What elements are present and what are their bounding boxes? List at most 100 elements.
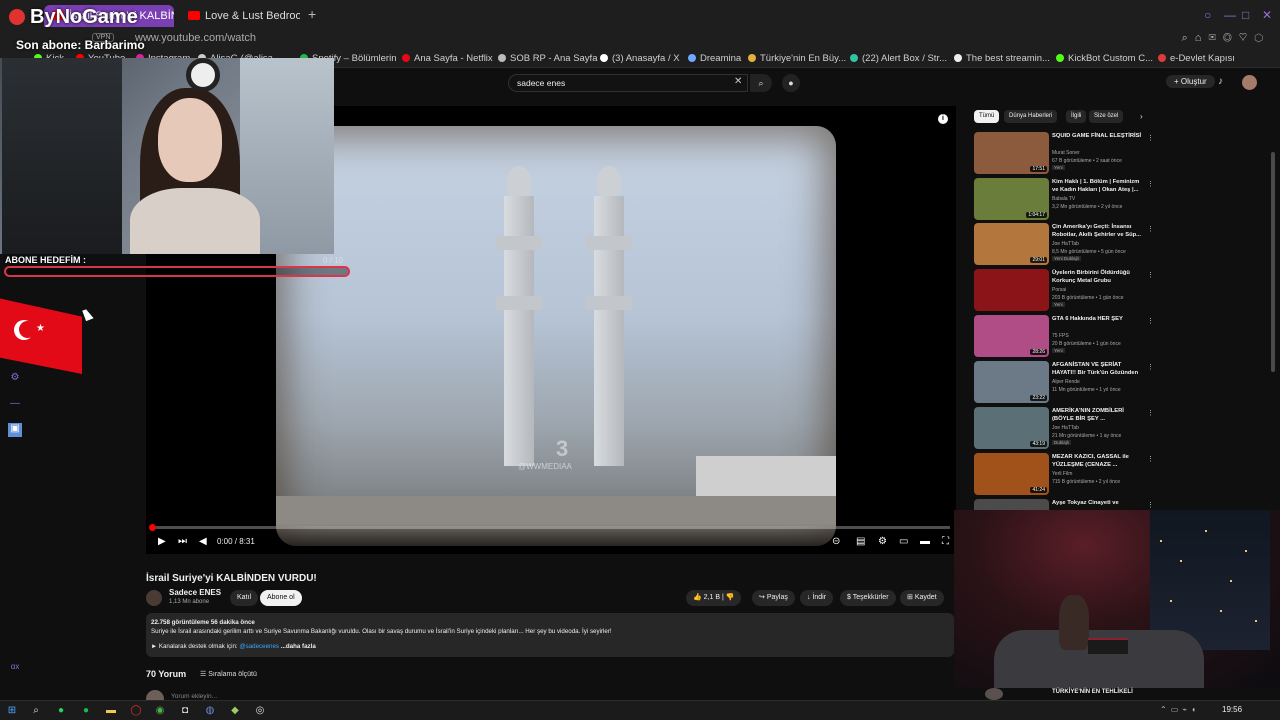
rec-title[interactable]: Üyelerin Birbirini Öldürdüğü Korkunç Met… — [1052, 269, 1144, 285]
rec-title[interactable]: GTA 6 Hakkında HER ŞEY — [1052, 315, 1144, 323]
rec-channel[interactable]: Joe HaTTab — [1052, 425, 1079, 431]
clear-search-icon[interactable]: ✕ — [734, 76, 742, 87]
next-icon[interactable]: ⏭ — [178, 536, 187, 547]
app-icon[interactable]: ◆ — [229, 705, 241, 717]
rec-thumbnail[interactable]: 41:24 — [974, 453, 1049, 495]
browser-toolbar-icons[interactable]: ⌕⌂✉◎♡⬡ — [1182, 32, 1270, 45]
opera-icon[interactable]: ◯ — [130, 705, 142, 717]
folder-icon[interactable]: ▬ — [105, 705, 117, 717]
rec-thumbnail[interactable] — [974, 269, 1049, 311]
tab-love-lust[interactable]: Love & Lust Bedroom — [180, 5, 300, 27]
search-input[interactable]: sadece enes — [508, 74, 748, 92]
save-button[interactable]: ⊞ Kaydet — [900, 590, 944, 606]
channel-avatar[interactable] — [146, 590, 162, 606]
bookmark-dreamina[interactable]: Dreamina — [688, 53, 741, 64]
progress-bar[interactable] — [149, 524, 950, 531]
rec-title[interactable]: AMERİKA'NIN ZOMBİLERİ (BÖYLE BİR ŞEY ... — [1052, 407, 1144, 423]
rec-thumbnail[interactable]: 1:04:17 — [974, 178, 1049, 220]
start-icon[interactable]: ⊞ — [6, 705, 18, 717]
more-options-icon[interactable]: ⋮ — [1147, 317, 1154, 325]
search-button[interactable]: ⌕ — [750, 74, 772, 92]
chip-all[interactable]: Tümü — [974, 110, 1000, 123]
more-options-icon[interactable]: ⋮ — [1147, 363, 1154, 371]
more-options-icon[interactable]: ⋮ — [1147, 271, 1154, 279]
more-options-icon[interactable]: ⋮ — [1147, 409, 1154, 417]
bookmark-netflix[interactable]: Ana Sayfa - Netflix — [402, 53, 493, 64]
guide-settings-icon[interactable]: ⚙ — [8, 372, 22, 386]
recommendation-item[interactable]: 28:26 GTA 6 Hakkında HER ŞEY 75 FPS 20 B gö… — [974, 315, 1159, 359]
chip-world-news[interactable]: Dünya Haberleri — [1004, 110, 1058, 123]
rec-channel[interactable]: Alper Rende — [1052, 379, 1080, 385]
channel-name[interactable]: Sadece ENES — [169, 588, 221, 597]
maximize-icon[interactable]: □ — [1242, 8, 1249, 22]
bookmark-turkiye[interactable]: Türkiye'nin En Büy... — [748, 53, 846, 64]
recommendation-item[interactable]: 29:01 Çin Amerika'yı Geçti: İnsansı Robot… — [974, 223, 1159, 267]
show-more-link[interactable]: ...daha fazla — [281, 643, 316, 650]
subtitles-icon[interactable]: ▤ — [856, 536, 865, 547]
steam-icon[interactable]: ◘ — [179, 705, 191, 717]
rec-thumbnail[interactable]: 29:01 — [974, 223, 1049, 265]
description-box[interactable]: 22.758 görüntüleme 56 dakika önce Suriye… — [146, 613, 954, 657]
close-icon[interactable]: ✕ — [1262, 8, 1272, 22]
voice-search-button[interactable]: ● — [782, 74, 800, 92]
bookmark-kickbot[interactable]: KickBot Custom C... — [1056, 53, 1153, 64]
spotify-icon[interactable]: ● — [80, 705, 92, 717]
autoplay-toggle-icon[interactable]: ⊝ — [832, 536, 840, 547]
info-icon[interactable]: i — [938, 114, 948, 124]
recommendation-item[interactable]: Üyelerin Birbirini Öldürdüğü Korkunç Met… — [974, 269, 1159, 313]
rec-title[interactable]: AFGANİSTAN VE ŞERİAT HAYATI!! Bir Türk'ü… — [1052, 361, 1144, 378]
rec-thumbnail[interactable]: 28:26 — [974, 315, 1049, 357]
comment-input[interactable]: Yorum ekleyin... — [171, 693, 217, 700]
search-icon[interactable]: ⌕ — [30, 705, 42, 717]
more-options-icon[interactable]: ⋮ — [1147, 455, 1154, 463]
volume-icon[interactable]: ◀ — [199, 536, 207, 547]
fullscreen-icon[interactable]: ⛶ — [942, 536, 949, 547]
settings-icon[interactable]: ⚙ — [878, 536, 887, 547]
rec-title-partial[interactable]: TÜRKİYE'NİN EN TEHLİKELİ — [1052, 689, 1133, 695]
rec-thumb-partial[interactable] — [985, 688, 1003, 700]
rec-channel[interactable]: Yerli Film — [1052, 471, 1072, 477]
bookmark-x[interactable]: (3) Anasayfa / X — [600, 53, 680, 64]
join-button[interactable]: Katıl — [230, 590, 259, 606]
more-options-icon[interactable]: ⋮ — [1147, 180, 1154, 188]
like-button[interactable]: 👍 2,1 B | 👎 — [686, 590, 742, 606]
bookmark-streaming[interactable]: The best streamin... — [954, 53, 1050, 64]
recommendation-item[interactable]: 41:24 MEZAR KAZICI, GASSAL ile YÜZLEŞME (… — [974, 453, 1159, 497]
guide-more-icon[interactable]: αx — [8, 662, 22, 676]
chevron-right-icon[interactable]: › — [1140, 112, 1143, 121]
rec-channel[interactable]: Babala TV — [1052, 196, 1075, 202]
bookmark-alert-box[interactable]: (22) Alert Box / Str... — [850, 53, 947, 64]
rec-channel[interactable]: Porsai — [1052, 287, 1066, 293]
more-options-icon[interactable]: ⋮ — [1147, 225, 1154, 233]
bookmark-edevlet[interactable]: e-Devlet Kapısı — [1158, 53, 1235, 64]
discord-icon[interactable]: ◍ — [204, 705, 216, 717]
scrollbar[interactable] — [1271, 152, 1275, 372]
rec-thumbnail[interactable]: 43:19 — [974, 407, 1049, 449]
rec-channel[interactable]: Murat Soner — [1052, 150, 1080, 156]
search-tabs-icon[interactable]: ○ — [1204, 8, 1211, 22]
share-button[interactable]: ↪ Paylaş — [752, 590, 795, 606]
recommendation-item[interactable]: 1:04:17 Kim Haklı | 1. Bölüm | Feminizm v… — [974, 178, 1159, 222]
rec-channel[interactable]: 75 FPS — [1052, 333, 1069, 339]
minimize-icon[interactable]: — — [1224, 8, 1236, 22]
rec-title[interactable]: Ayşe Tokyaz Cinayeti ve — [1052, 499, 1144, 507]
system-tray[interactable]: ⌃▭⌁◖ — [1160, 705, 1200, 714]
play-icon[interactable]: ▶ — [158, 536, 166, 547]
obs-icon[interactable]: ◎ — [254, 705, 266, 717]
rec-title[interactable]: SQUID GAME FİNAL ELEŞTİRİSİ — [1052, 132, 1144, 140]
guide-app-icon[interactable]: ▣ — [8, 423, 22, 437]
chip-related[interactable]: İlgili — [1066, 110, 1087, 123]
rec-title[interactable]: MEZAR KAZICI, GASSAL ile YÜZLEŞME (CENAZ… — [1052, 453, 1144, 469]
create-button[interactable]: + Oluştur — [1166, 75, 1215, 88]
url-field[interactable]: www.youtube.com/watch — [135, 32, 256, 44]
notifications-bell-icon[interactable]: ♪ — [1218, 76, 1223, 87]
account-avatar[interactable] — [1242, 75, 1257, 90]
recommendation-item[interactable]: 43:19 AMERİKA'NIN ZOMBİLERİ (BÖYLE BİR ŞE… — [974, 407, 1159, 451]
theater-icon[interactable]: ▬ — [920, 536, 930, 547]
rec-channel[interactable]: Joe HaTTab — [1052, 241, 1079, 247]
channel-handle-link[interactable]: @sadeceenes — [239, 643, 279, 650]
new-tab-button[interactable]: + — [308, 6, 316, 22]
rec-title[interactable]: Çin Amerika'yı Geçti: İnsansı Robotlar, … — [1052, 223, 1144, 239]
chrome-icon[interactable]: ◉ — [154, 705, 166, 717]
bookmark-sob-rp[interactable]: SOB RP - Ana Sayfa — [498, 53, 597, 64]
